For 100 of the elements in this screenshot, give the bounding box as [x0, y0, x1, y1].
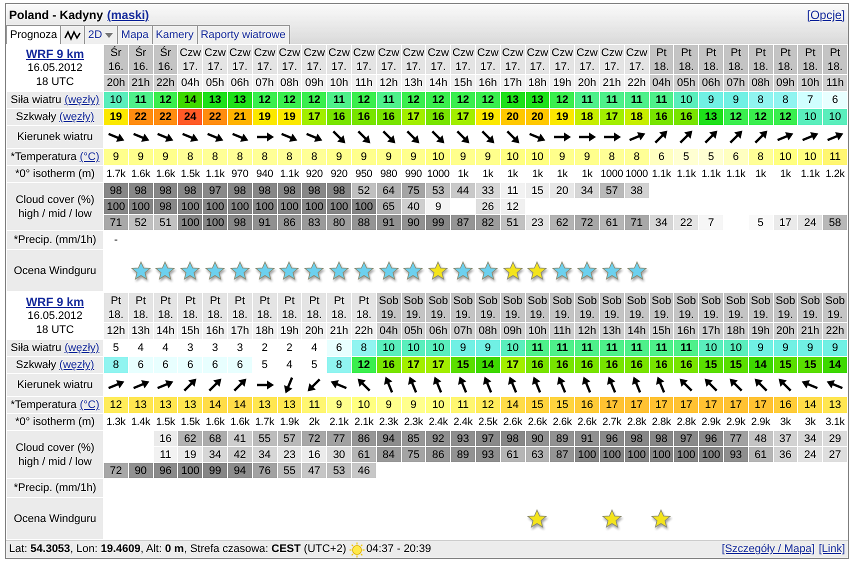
gust-cell: 16: [674, 356, 699, 374]
row-label: high / mid / low: [17, 454, 93, 468]
cloud-cell: 98: [649, 430, 674, 446]
day-cell: Pt 18.: [748, 44, 774, 74]
unit-link[interactable]: (węzły): [59, 111, 94, 123]
model-link[interactable]: WRF 9 km: [8, 295, 102, 309]
tab[interactable]: 2D: [84, 25, 118, 44]
wind-speed-cell: 11: [599, 92, 624, 108]
hour-cell: 22h: [351, 322, 376, 340]
gust-cell: 16: [599, 356, 624, 374]
options-link[interactable]: [Opcje]: [806, 6, 845, 22]
hour-cell: 16h: [674, 322, 699, 340]
wind-speed-cell: 10: [426, 340, 451, 356]
day-cell: Czw 17.: [227, 44, 252, 74]
wind-speed-cell: 11: [624, 340, 650, 356]
cloud-cell: 100: [252, 198, 278, 214]
day-cell: Sob 19.: [748, 292, 774, 322]
hour-cell: 14h: [426, 74, 451, 92]
cloud-cell: 16: [302, 446, 327, 462]
temperature-cell: 13: [178, 396, 203, 414]
cloud-cell: 77: [723, 430, 748, 446]
cloud-cell: 94: [227, 462, 252, 478]
hour-cell: 22h: [153, 74, 178, 92]
cloud-cell: 29: [822, 430, 848, 446]
hour-cell: 07h: [723, 74, 748, 92]
temperature-cell: 17: [698, 396, 724, 414]
hour-cell: 18h: [723, 322, 748, 340]
cloud-cell: 100: [277, 198, 302, 214]
day-cell: Czw 17.: [599, 44, 624, 74]
graph-tab[interactable]: [60, 25, 86, 44]
unit-link[interactable]: (°C): [80, 151, 100, 163]
day-cell: Sob 19.: [401, 292, 426, 322]
cloud-cell: 97: [674, 430, 699, 446]
gust-cell: 15: [698, 356, 724, 374]
link[interactable]: [Link]: [818, 541, 845, 558]
hour-cell: 04h: [376, 322, 402, 340]
temperature-cell: 9: [401, 148, 426, 166]
cloud-cell: 24: [798, 446, 823, 462]
tab[interactable]: Kamery: [152, 25, 198, 44]
day-cell: Pt 18.: [153, 292, 178, 322]
masks-link[interactable]: (maski): [107, 6, 150, 22]
cloud-cell: 87: [450, 214, 476, 230]
model-link[interactable]: WRF 9 km: [8, 47, 102, 61]
wind-speed-cell: 11: [326, 92, 352, 108]
cloud-cell: 90: [401, 214, 426, 230]
gust-cell: 8: [104, 356, 128, 374]
wind-speed-cell: 9: [798, 340, 823, 356]
gust-cell: 16: [326, 108, 352, 126]
gust-cell: 14: [748, 356, 774, 374]
temperature-cell: 17: [649, 396, 674, 414]
details-link[interactable]: [Szczegóły / Mapa]: [722, 541, 815, 558]
gust-cell: 16: [376, 356, 402, 374]
day-cell: Sob 19.: [773, 292, 798, 322]
cloud-cell: 91: [376, 214, 402, 230]
cloud-cell: 72: [574, 214, 600, 230]
day-cell: Sob 19.: [649, 292, 674, 322]
temperature-cell: 14: [798, 396, 823, 414]
unit-link[interactable]: (węzły): [59, 359, 94, 371]
day-cell: Czw 17.: [475, 44, 500, 74]
gust-cell: 22: [128, 108, 154, 126]
cloud-cell: 98: [326, 182, 352, 198]
day-cell: Sob 19.: [450, 292, 476, 322]
day-cell: Czw 17.: [450, 44, 476, 74]
unit-link[interactable]: (węzły): [64, 342, 100, 354]
temperature-cell: 15: [550, 396, 575, 414]
cloud-cell: 96: [698, 430, 724, 446]
gust-cell: 12: [773, 108, 798, 126]
hour-cell: 22h: [822, 322, 848, 340]
hour-cell: 18h: [525, 74, 550, 92]
row-label: Siła wiatru: [10, 342, 62, 354]
day-cell: Czw 17.: [326, 44, 352, 74]
cloud-cell: 11: [500, 182, 526, 198]
tab[interactable]: Mapa: [117, 25, 153, 44]
row-label: high / mid / low: [17, 206, 93, 220]
day-cell: Sob 19.: [574, 292, 600, 322]
tab[interactable]: Prognoza: [6, 25, 62, 44]
day-cell: Czw 17.: [525, 44, 550, 74]
day-cell: Czw 17.: [277, 44, 302, 74]
row-label: *Precip. (mm/1h): [6, 230, 104, 250]
temperature-cell: 11: [302, 396, 327, 414]
cloud-cell: 72: [104, 462, 128, 478]
unit-link[interactable]: (°C): [80, 399, 100, 411]
unit-link[interactable]: (węzły): [64, 94, 100, 106]
wind-speed-cell: 9: [773, 340, 798, 356]
cloud-cell: 38: [624, 182, 650, 198]
cloud-cell: 100: [178, 462, 203, 478]
tab[interactable]: Raporty wiatrowe: [196, 25, 290, 44]
temperature-cell: 17: [624, 396, 650, 414]
cloud-cell: 100: [698, 446, 724, 462]
hour-cell: 14h: [153, 322, 178, 340]
cloud-cell: 55: [277, 462, 302, 478]
temperature-cell: 10: [773, 148, 798, 166]
gust-cell: 14: [822, 356, 848, 374]
day-cell: Śr 16.: [104, 44, 128, 74]
temperature-cell: 9: [401, 396, 426, 414]
cloud-cell: 19: [178, 446, 203, 462]
gust-cell: 21: [227, 108, 252, 126]
hour-cell: 15h: [178, 322, 203, 340]
cloud-cell: 89: [550, 430, 575, 446]
day-cell: Czw 17.: [302, 44, 327, 74]
